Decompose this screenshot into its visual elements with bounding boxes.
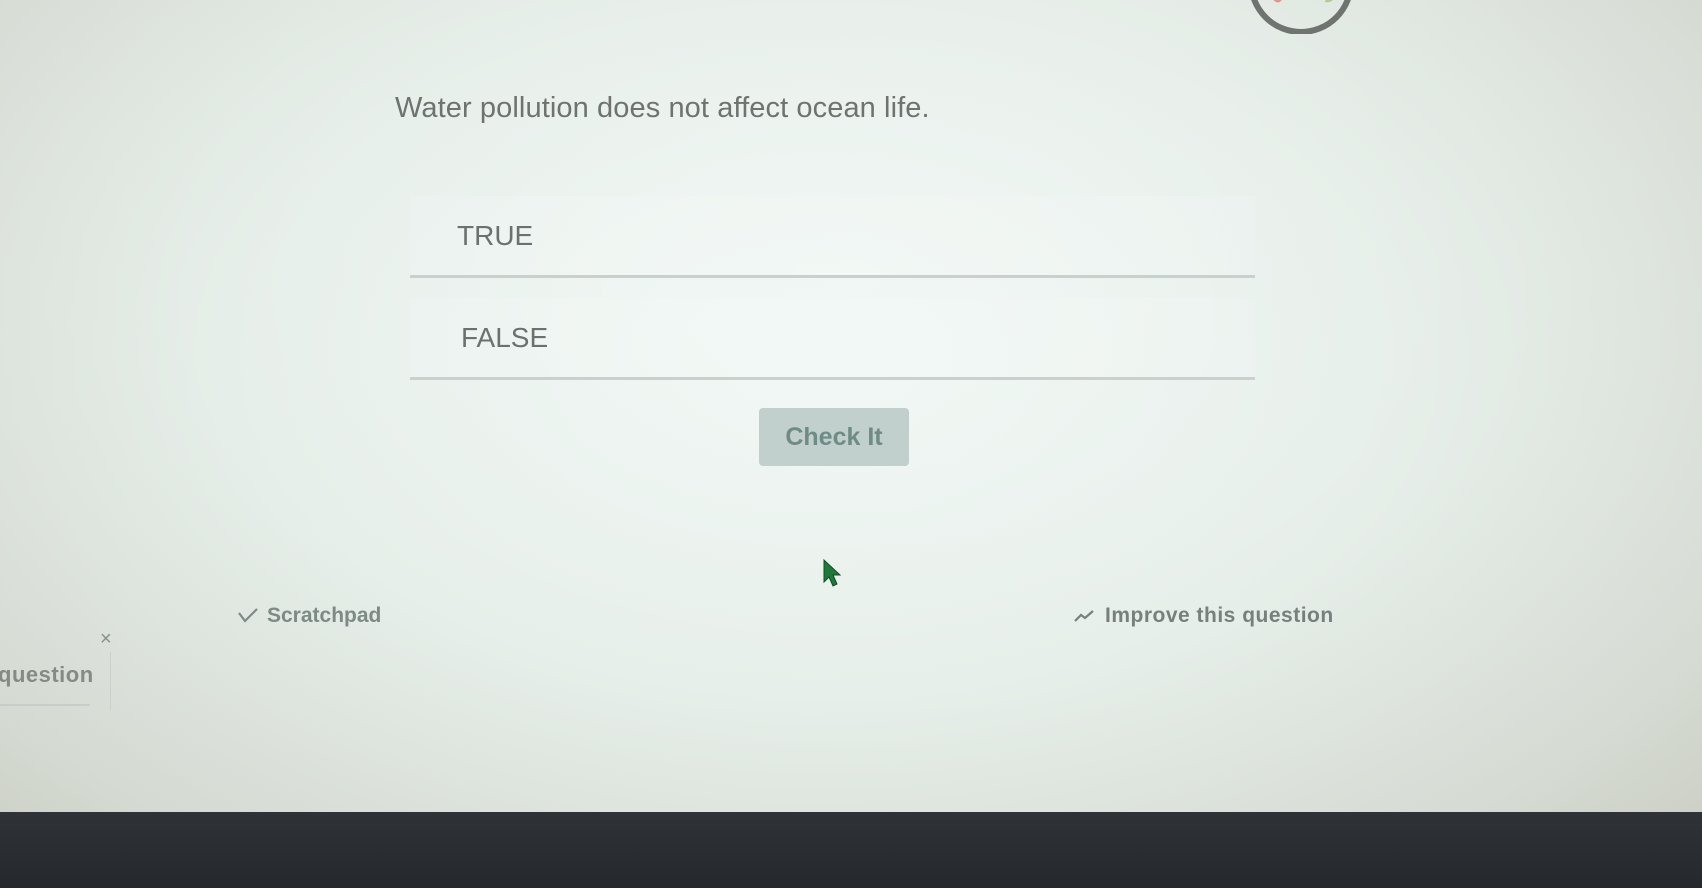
- question-text: Water pollution does not affect ocean li…: [395, 92, 930, 124]
- choice-true[interactable]: TRUE: [410, 196, 1255, 278]
- side-panel: question: [0, 652, 111, 710]
- progress-ring-icon: [1251, 0, 1351, 34]
- mouse-cursor-icon: [823, 558, 842, 587]
- choice-true-label: TRUE: [457, 220, 534, 251]
- side-panel-label: question: [0, 662, 94, 687]
- choice-false-label: FALSE: [461, 322, 549, 353]
- side-panel-divider: [0, 704, 90, 706]
- trend-icon: [1074, 610, 1094, 622]
- taskbar: [0, 812, 1702, 888]
- pencil-icon: [238, 608, 258, 623]
- scratchpad-link[interactable]: Scratchpad: [237, 604, 381, 628]
- improve-question-link[interactable]: Improve this question: [1073, 604, 1334, 628]
- scratchpad-label: Scratchpad: [267, 604, 382, 627]
- choice-false[interactable]: FALSE: [410, 298, 1255, 380]
- check-it-button[interactable]: Check It: [759, 408, 909, 466]
- close-icon[interactable]: ×: [100, 628, 112, 651]
- improve-question-label: Improve this question: [1105, 604, 1334, 627]
